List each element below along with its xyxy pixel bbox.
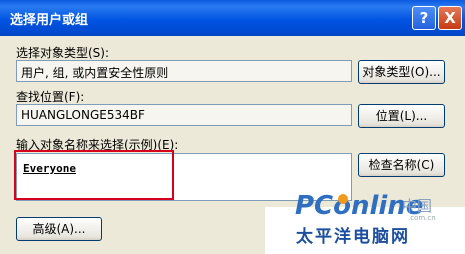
watermark-url: .com.cn: [408, 214, 436, 222]
window-title: 选择用户或组: [10, 13, 89, 28]
help-icon: ?: [419, 9, 429, 27]
red-highlight-box: [14, 150, 174, 200]
locations-button[interactable]: 位置(L)...: [358, 104, 445, 128]
advanced-button[interactable]: 高级(A)...: [16, 217, 102, 241]
location-label: 查找位置(F):: [16, 90, 85, 104]
watermark-dot-icon: [338, 194, 348, 204]
watermark-side: 中国: [402, 197, 433, 215]
close-icon: X: [444, 9, 456, 27]
object-type-label: 选择对象类型(S):: [16, 46, 110, 60]
help-button[interactable]: ?: [412, 6, 436, 30]
title-bar[interactable]: 选择用户或组 ? X: [0, 0, 465, 36]
object-type-field: 用户, 组, 或内置安全性原则: [16, 60, 352, 82]
close-button[interactable]: X: [438, 6, 462, 30]
object-types-button[interactable]: 对象类型(O)...: [358, 60, 445, 84]
location-field: HUANGLONGE534BF: [16, 104, 352, 126]
check-names-button[interactable]: 检查名称(C): [358, 153, 445, 177]
watermark-chinese: 太平洋电脑网: [296, 227, 410, 247]
